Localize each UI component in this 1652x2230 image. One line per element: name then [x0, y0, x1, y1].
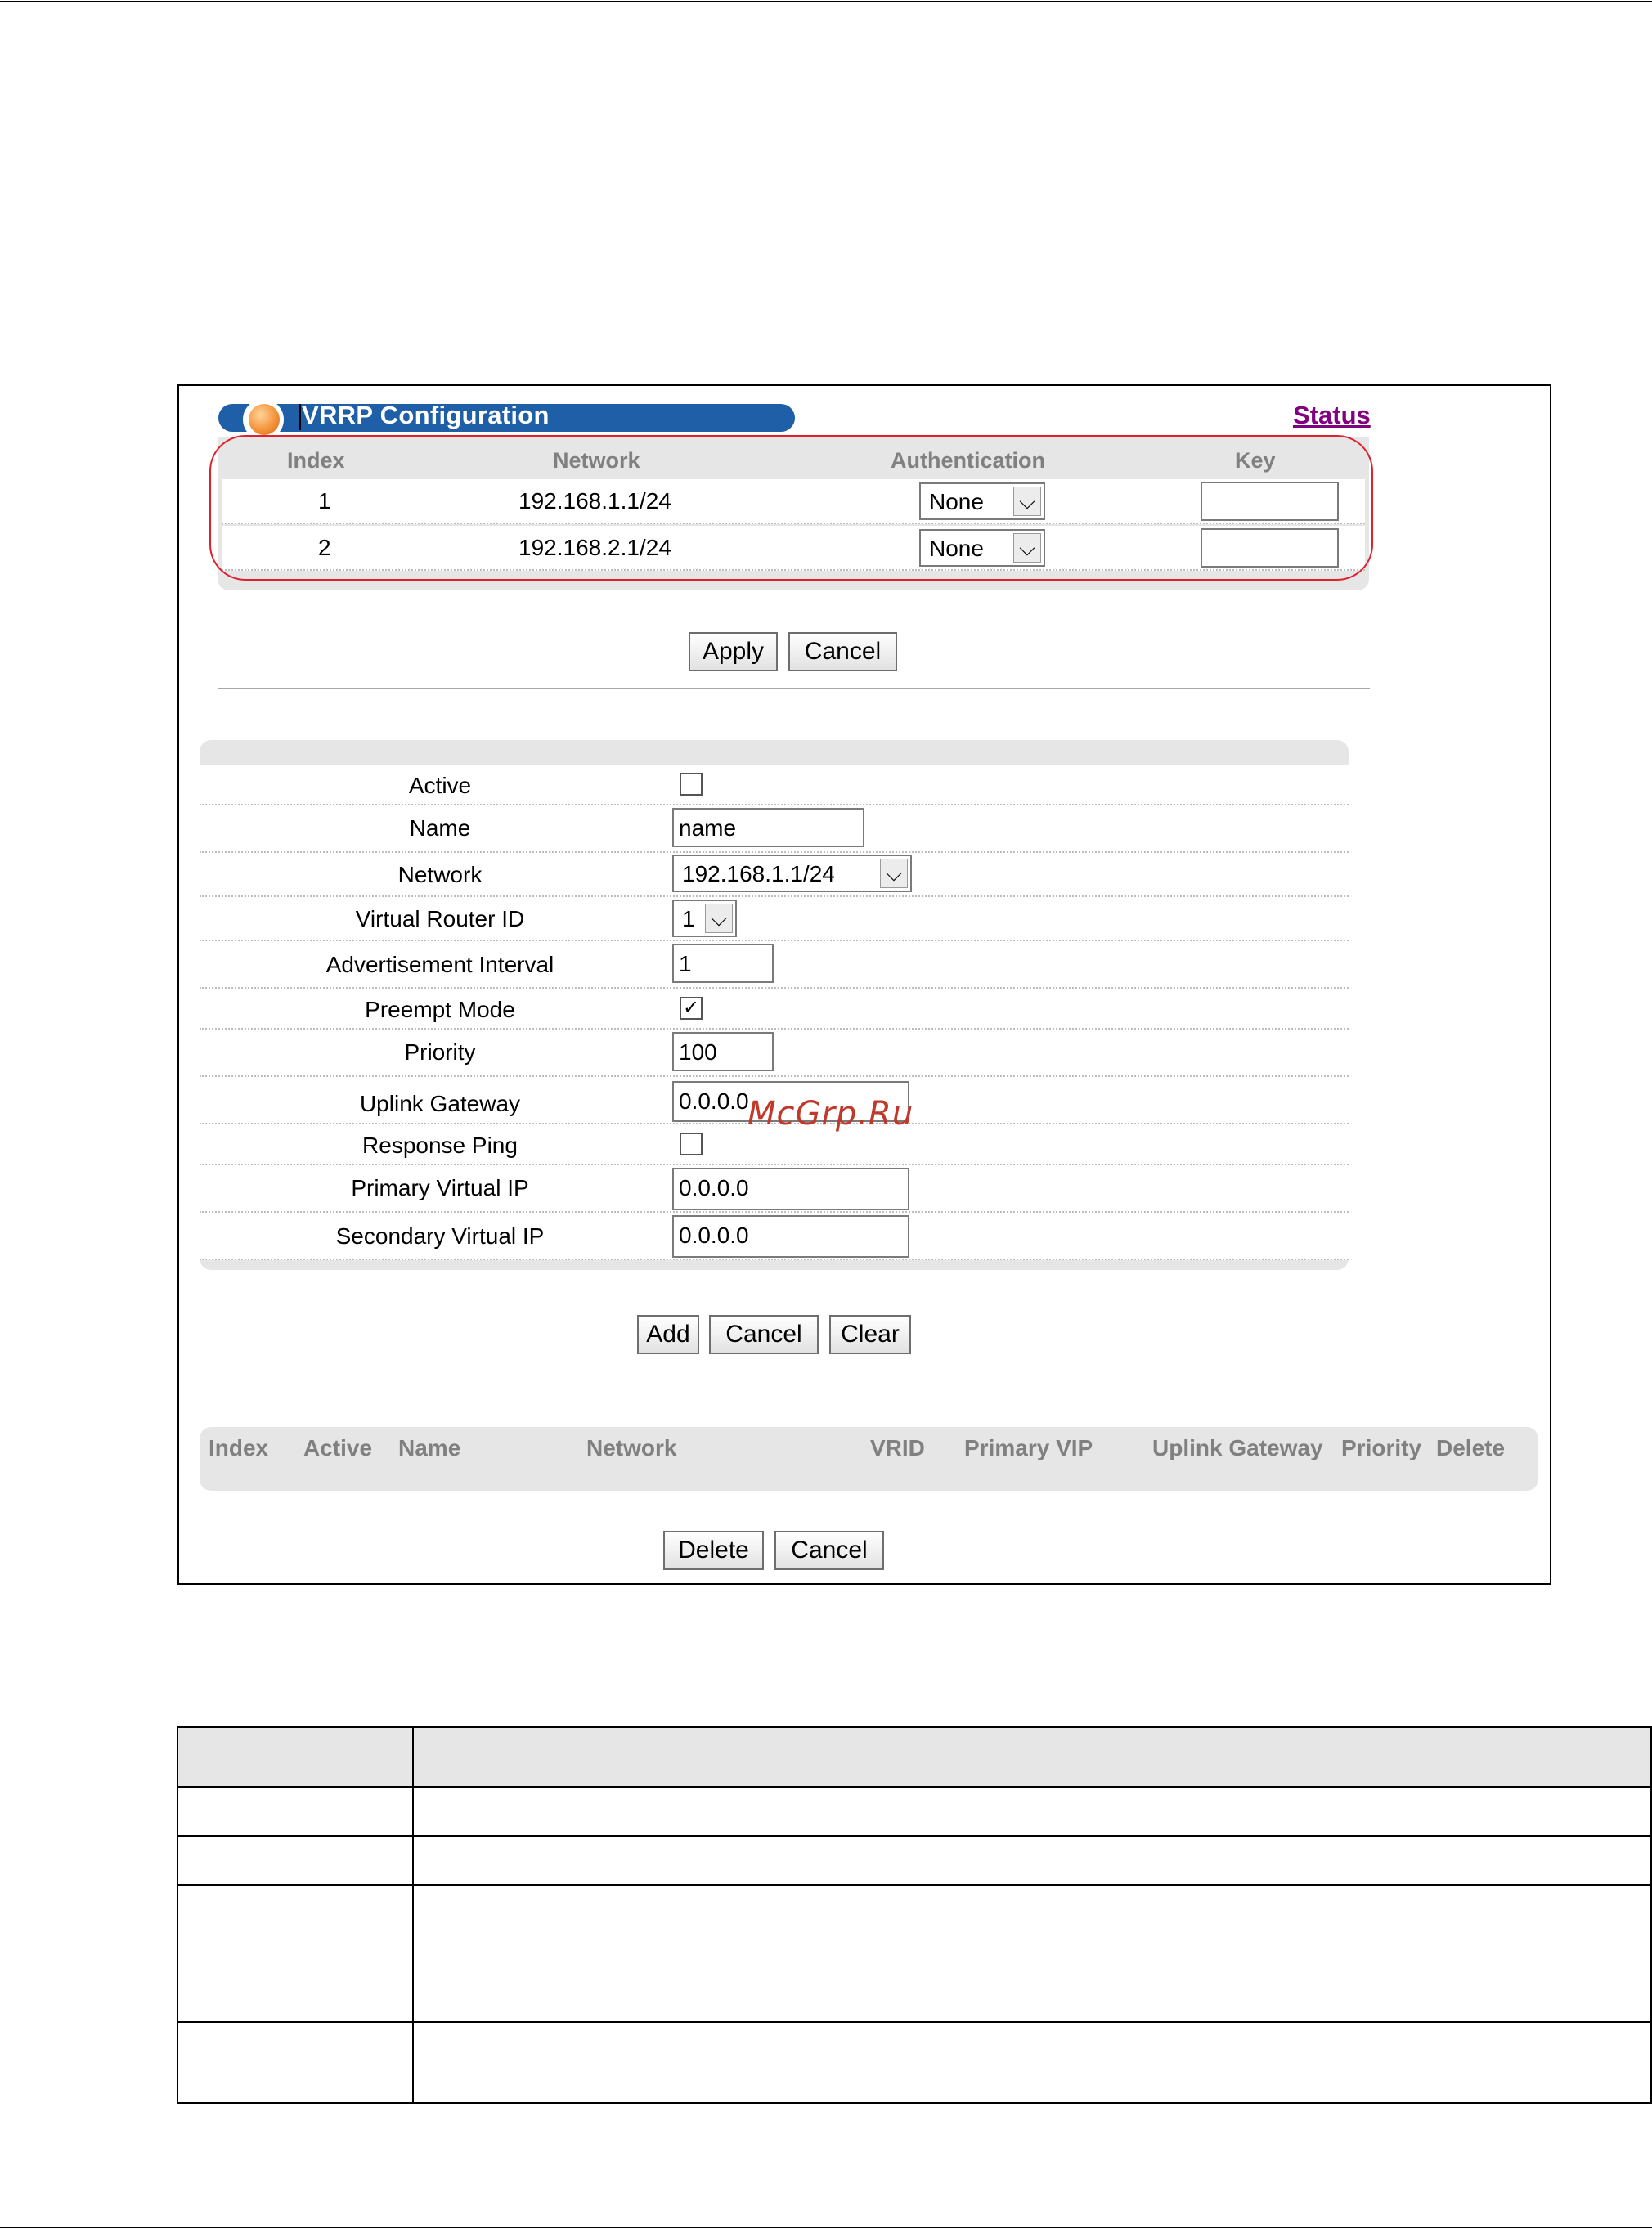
secondary-virtual-ip-label: Secondary Virtual IP [335, 1223, 545, 1249]
primary-virtual-ip-input[interactable]: 0.0.0.0 [672, 1168, 909, 1210]
active-label: Active [408, 773, 472, 798]
page-bottom-rule [0, 2227, 1652, 2228]
watermark: McGrp.Ru [747, 1095, 914, 1133]
apply-button[interactable]: Apply [689, 632, 778, 671]
secondary-virtual-ip-input[interactable]: 0.0.0.0 [672, 1215, 909, 1258]
primary-virtual-ip-value: 0.0.0.0 [679, 1175, 749, 1200]
page-title: VRRP Configuration [302, 401, 550, 429]
virtual-router-id-value: 1 [682, 906, 695, 931]
uplink-gateway-label: Uplink Gateway [359, 1091, 521, 1116]
priority-label: Priority [404, 1039, 476, 1065]
priority-value: 100 [679, 1039, 717, 1065]
column-header-active: Active [303, 1435, 373, 1460]
status-link[interactable]: Status [1293, 401, 1371, 430]
description-table [177, 1726, 1652, 2104]
column-header-priority: Priority [1341, 1435, 1422, 1460]
form-row-name: Name name [200, 805, 1349, 853]
advertisement-interval-value: 1 [679, 951, 692, 976]
preempt-mode-checkbox[interactable]: ✓ [680, 997, 703, 1020]
priority-input[interactable]: 100 [672, 1032, 774, 1071]
vrrp-summary-table: Index Active Name Network VRID Primary V… [200, 1427, 1538, 1491]
clear-button[interactable]: Clear [829, 1315, 911, 1354]
advertisement-interval-input[interactable]: 1 [672, 944, 774, 983]
advertisement-interval-label: Advertisement Interval [325, 952, 554, 977]
column-header-uplink-gateway: Uplink Gateway [1152, 1435, 1323, 1460]
form-row-preempt-mode: Preempt Mode ✓ [200, 989, 1349, 1030]
network-label: Network [397, 862, 483, 887]
cancel-button[interactable]: Cancel [788, 632, 897, 671]
network-select[interactable]: 192.168.1.1/24 ⌵ [672, 855, 912, 892]
uplink-gateway-value: 0.0.0.0 [679, 1088, 749, 1114]
virtual-router-id-label: Virtual Router ID [355, 906, 525, 931]
vrrp-entry-form: Active Name name Network 192.168.1.1/24 … [200, 740, 1349, 1270]
form-row-vrid: Virtual Router ID 1 ⌵ [200, 897, 1349, 941]
summary-cancel-button[interactable]: Cancel [774, 1531, 884, 1570]
preempt-mode-label: Preempt Mode [365, 997, 515, 1022]
delete-button[interactable]: Delete [663, 1531, 764, 1570]
form-cancel-button[interactable]: Cancel [709, 1315, 819, 1354]
section-divider [218, 688, 1370, 689]
page-top-rule [0, 1, 1652, 2]
form-row-priority: Priority 100 [200, 1030, 1349, 1077]
secondary-virtual-ip-value: 0.0.0.0 [679, 1223, 749, 1248]
column-header-network: Network [586, 1435, 677, 1460]
text-cursor [299, 404, 301, 430]
column-header-vrid: VRID [870, 1435, 925, 1460]
check-icon: ✓ [682, 997, 700, 1019]
form-row-advertisement-interval: Advertisement Interval 1 [200, 941, 1349, 989]
vrrp-screen: VRRP Configuration Status Index Network … [177, 384, 1551, 1585]
form-row-network: Network 192.168.1.1/24 ⌵ [200, 853, 1349, 897]
chevron-down-icon[interactable]: ⌵ [880, 859, 908, 888]
response-ping-checkbox[interactable] [680, 1133, 703, 1155]
primary-virtual-ip-label: Primary Virtual IP [351, 1175, 529, 1200]
add-button[interactable]: Add [637, 1315, 699, 1354]
virtual-router-id-select[interactable]: 1 ⌵ [672, 900, 737, 937]
form-row-secondary-virtual-ip: Secondary Virtual IP 0.0.0.0 [200, 1213, 1349, 1260]
form-row-active: Active [200, 765, 1349, 805]
active-checkbox[interactable] [680, 773, 703, 796]
orb-icon [249, 404, 280, 435]
column-header-name: Name [398, 1435, 461, 1460]
column-header-delete: Delete [1436, 1435, 1506, 1460]
description-table-header [178, 1728, 1650, 1787]
response-ping-label: Response Ping [362, 1133, 518, 1158]
form-row-primary-virtual-ip: Primary Virtual IP 0.0.0.0 [200, 1165, 1349, 1213]
name-value: name [679, 815, 737, 841]
column-header-primary-vip: Primary VIP [964, 1435, 1093, 1460]
name-input[interactable]: name [672, 808, 864, 847]
highlight-ellipse [209, 435, 1373, 581]
network-value: 192.168.1.1/24 [682, 861, 835, 886]
name-label: Name [409, 815, 471, 841]
column-header-index: Index [209, 1435, 269, 1460]
chevron-down-icon[interactable]: ⌵ [705, 904, 733, 933]
